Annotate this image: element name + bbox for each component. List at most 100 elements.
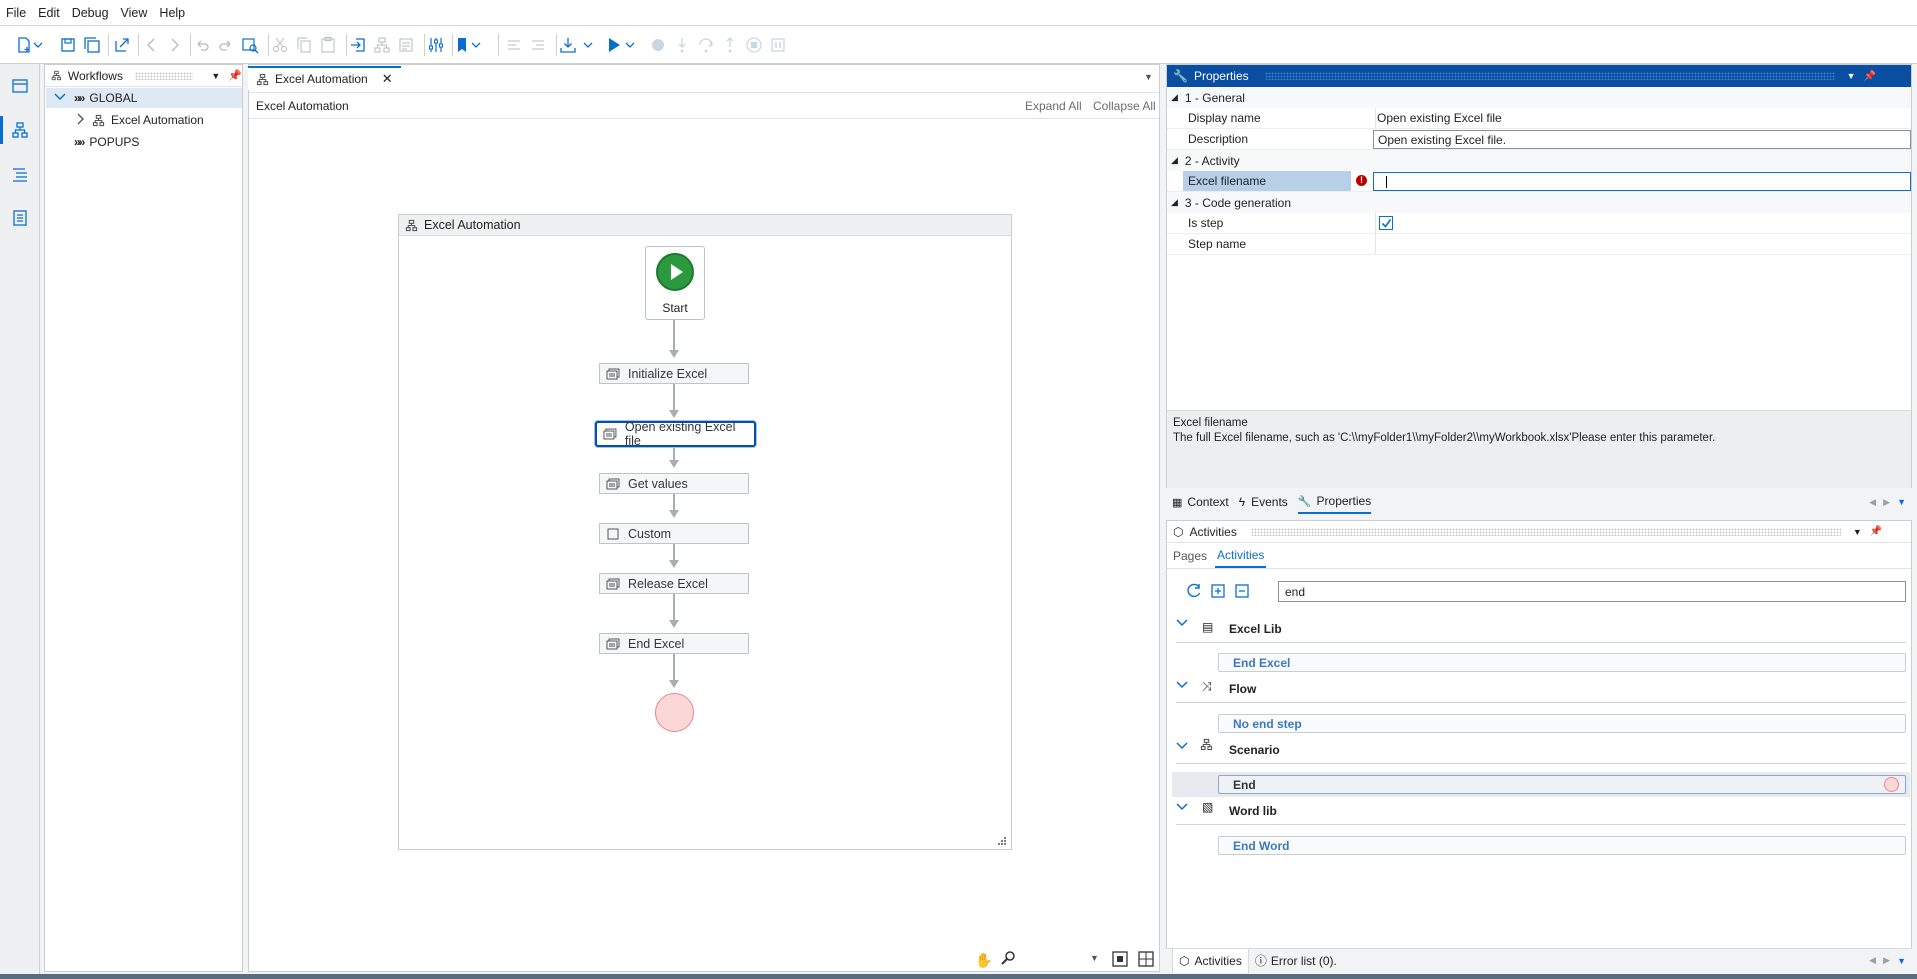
forward-icon[interactable] [164,35,184,55]
fit-icon[interactable] [1112,951,1128,970]
list-rail-icon[interactable] [8,162,32,186]
desktop-icon[interactable] [8,74,32,98]
tabs-prev-icon[interactable]: ◀ [1869,955,1876,966]
back-icon[interactable] [142,35,162,55]
tab-context[interactable]: ▦ Context [1172,495,1229,509]
panel-menu-chevron-icon[interactable]: ▼ [1847,71,1856,81]
format-right-icon[interactable] [528,35,548,55]
collapse-triangle-icon[interactable]: ◢ [1171,92,1178,103]
stop-icon[interactable] [744,35,764,55]
insert-icon[interactable] [348,35,368,55]
group-flow[interactable]: Flow [1229,678,1256,700]
display-name-value[interactable]: Open existing Excel file [1377,111,1502,125]
chevron-right-icon[interactable] [76,113,84,128]
panel-menu-chevron-icon[interactable]: ▼ [1853,527,1862,537]
step-end-excel[interactable]: End Excel [599,633,749,654]
bookmark-chevron-down-icon[interactable] [470,35,482,55]
close-icon[interactable]: ✕ [382,71,393,87]
copy-icon[interactable] [294,35,314,55]
page-icon[interactable] [396,35,416,55]
is-step-checkbox[interactable] [1379,216,1393,230]
tab-excel-automation[interactable]: Excel Automation ✕ [248,66,401,90]
subtab-activities[interactable]: Activities [1215,548,1267,568]
tabs-menu-chevron-icon[interactable]: ▼ [1897,497,1906,507]
export-icon[interactable] [112,35,132,55]
step-custom[interactable]: Custom [599,523,749,544]
refresh-icon[interactable] [1185,582,1203,603]
step-release-excel[interactable]: Release Excel [599,573,749,594]
expand-all-icon[interactable] [1209,582,1227,603]
redo-icon[interactable] [216,35,236,55]
workflow-rail-icon[interactable] [8,118,32,142]
tab-events[interactable]: ϟ Events [1239,495,1288,509]
step-initialize-excel[interactable]: Initialize Excel [599,363,749,384]
pause-icon[interactable] [768,35,788,55]
menu-file[interactable]: File [0,0,32,20]
collapse-triangle-icon[interactable]: ◢ [1171,197,1178,208]
save-icon[interactable] [58,35,78,55]
step-get-values[interactable]: Get values [599,473,749,494]
collapse-triangle-icon[interactable]: ◢ [1171,155,1178,166]
chevron-down-icon[interactable] [1176,679,1188,693]
tree-item-popups[interactable]: »» POPUPS [46,132,242,152]
tree-item-global[interactable]: »» GLOBAL [46,88,242,108]
activity-no-end-step[interactable]: No end step [1218,714,1906,733]
overview-icon[interactable] [1138,951,1154,970]
breakpoint-icon[interactable] [648,35,668,55]
end-node[interactable] [655,693,694,732]
find-icon[interactable] [240,35,260,55]
panel-menu-chevron-icon[interactable]: ▼ [211,71,220,81]
pin-icon[interactable]: 📌 [228,69,242,82]
collapse-all-button[interactable]: Collapse All [1093,99,1156,113]
tabs-prev-icon[interactable]: ◀ [1869,497,1876,508]
category-general[interactable]: ◢ 1 - General [1167,87,1911,108]
collapse-all-icon[interactable] [1233,582,1251,603]
start-node[interactable]: Start [645,246,705,320]
run-icon[interactable] [604,35,624,55]
chevron-down-icon[interactable] [32,35,44,55]
tree-item-excel-automation[interactable]: Excel Automation [46,110,242,130]
tabs-next-icon[interactable]: ▶ [1883,497,1890,508]
cut-icon[interactable] [270,35,290,55]
format-left-icon[interactable] [504,35,524,55]
chevron-down-icon[interactable] [1176,740,1188,754]
group-scenario[interactable]: Scenario [1229,739,1280,761]
tab-error-list[interactable]: ⓘ Error list (0). [1255,952,1337,969]
chevron-down-icon[interactable] [54,91,66,105]
menu-view[interactable]: View [115,0,154,20]
tab-activities-bottom[interactable]: ⬡ Activities [1172,948,1249,973]
zoom-icon[interactable] [1000,950,1016,969]
step-over-icon[interactable] [696,35,716,55]
pin-icon[interactable]: 📌 [1870,526,1882,537]
settings-sliders-icon[interactable] [426,35,446,55]
tab-properties[interactable]: 🔧 Properties [1297,490,1372,514]
description-input[interactable]: Open existing Excel file. [1373,130,1911,149]
new-file-icon[interactable] [14,35,34,55]
activity-end[interactable]: End [1218,775,1906,794]
download-chevron-down-icon[interactable] [582,35,594,55]
tabs-menu-chevron-icon[interactable]: ▼ [1897,956,1906,966]
activity-search-input[interactable]: end [1278,581,1906,602]
subtab-pages[interactable]: Pages [1173,549,1207,568]
document-rail-icon[interactable] [8,206,32,230]
chevron-down-icon[interactable] [1176,618,1188,631]
undo-icon[interactable] [192,35,212,55]
zoom-chevron-down-icon[interactable]: ▼ [1090,953,1099,963]
activity-end-word[interactable]: End Word [1218,836,1906,855]
pin-icon[interactable]: 📌 [1864,71,1876,82]
category-activity[interactable]: ◢ 2 - Activity [1167,150,1911,171]
menu-debug[interactable]: Debug [66,0,115,20]
paste-icon[interactable] [318,35,338,55]
activity-end-excel[interactable]: End Excel [1218,653,1906,672]
download-icon[interactable] [558,35,578,55]
group-word-lib[interactable]: Word lib [1229,800,1277,822]
step-open-existing-excel-file[interactable]: Open existing Excel file [595,420,756,448]
pan-hand-icon[interactable]: ✋ [975,952,992,969]
chevron-down-icon[interactable] [1176,801,1188,815]
menu-edit[interactable]: Edit [32,0,66,20]
breadcrumb[interactable]: Excel Automation [256,99,349,113]
expand-all-button[interactable]: Expand All [1025,99,1082,113]
tabs-next-icon[interactable]: ▶ [1883,955,1890,966]
editor-overflow-chevron-icon[interactable]: ▼ [1144,72,1153,82]
group-excel-lib[interactable]: Excel Lib [1229,618,1282,640]
